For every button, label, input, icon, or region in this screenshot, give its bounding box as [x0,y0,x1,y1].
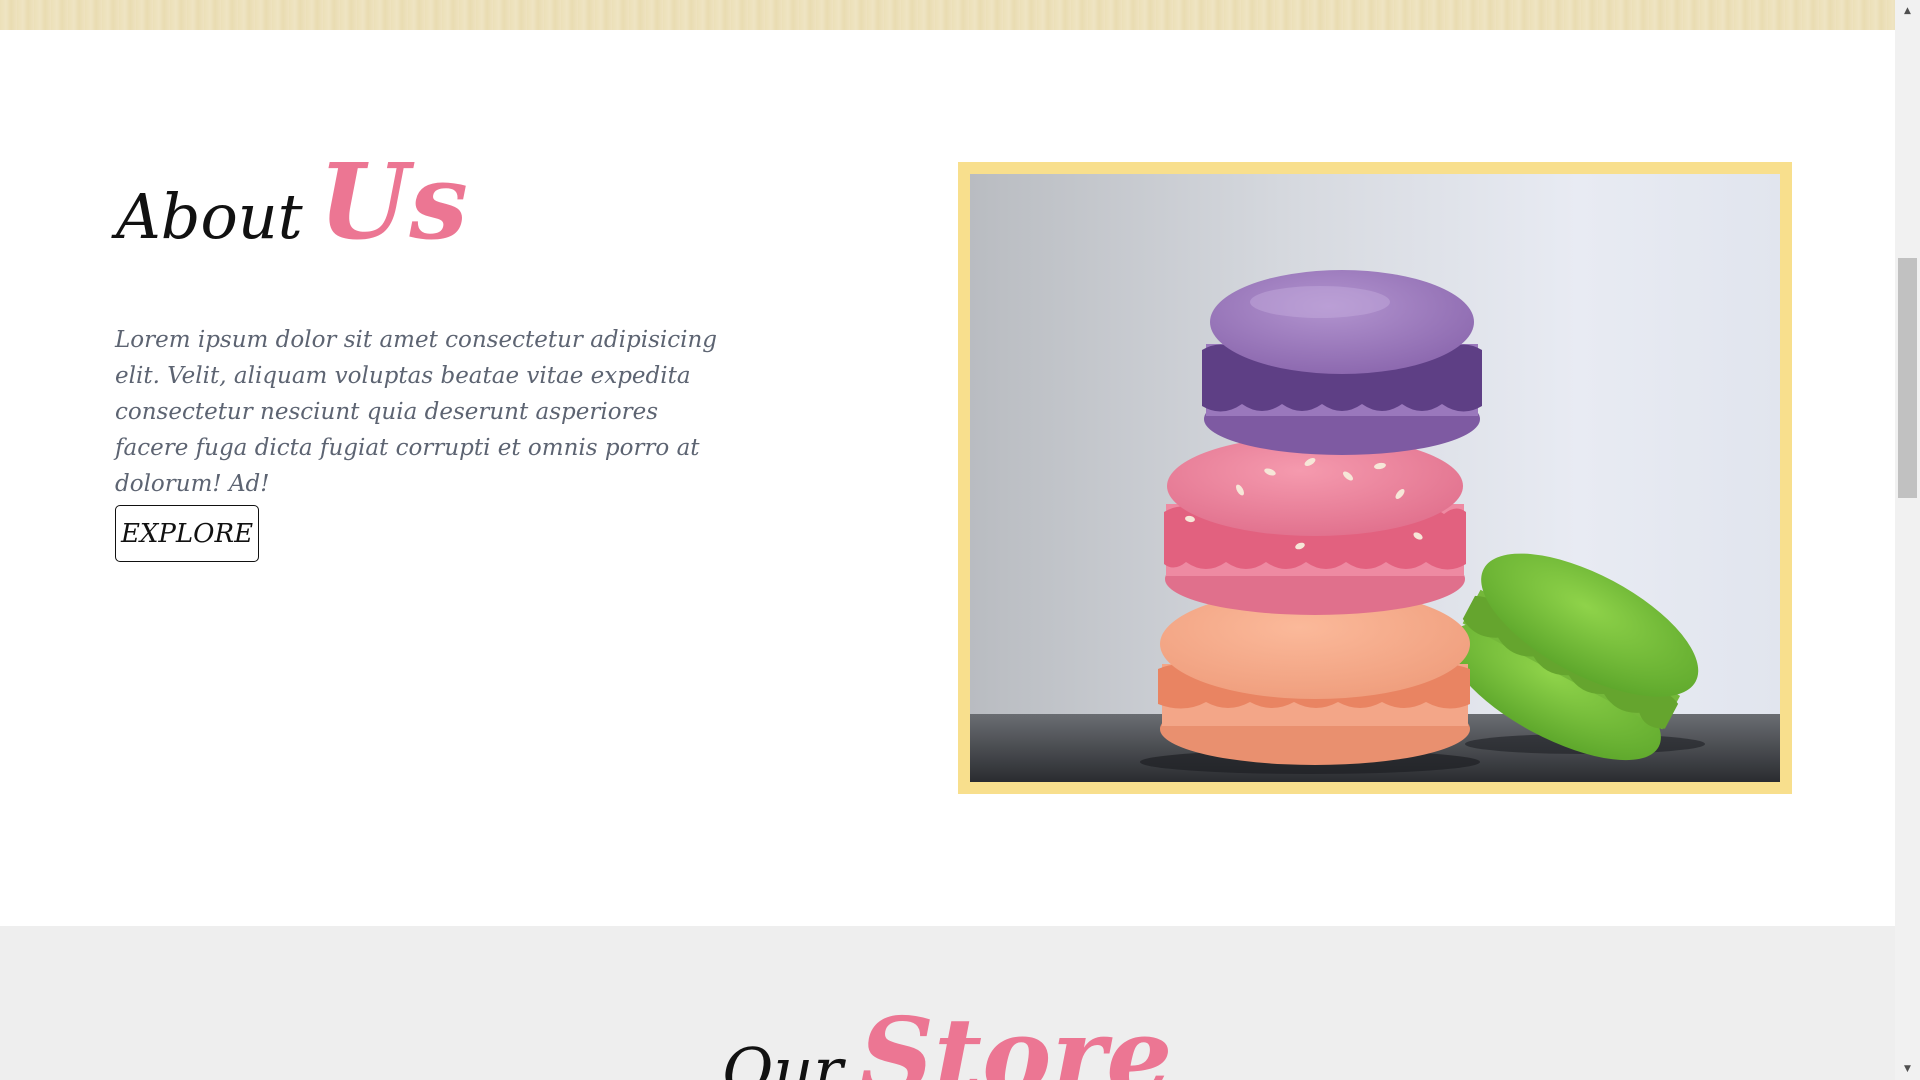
explore-button[interactable]: EXPLORE [115,505,259,562]
scroll-down-arrow-icon[interactable]: ▼ [1895,1060,1920,1078]
store-title-word1: Our [722,1034,843,1080]
about-title: About Us [116,150,468,254]
scrollbar-thumb[interactable] [1898,258,1917,498]
store-title-word2: Store [858,994,1173,1080]
about-image-frame [958,162,1792,794]
scroll-up-arrow-icon[interactable]: ▲ [1895,2,1920,20]
store-title: Our Store [0,1004,1895,1080]
about-title-word1: About [116,180,303,253]
store-section: Our Store [0,926,1895,1080]
vertical-scrollbar[interactable]: ▲ ▼ [1895,0,1920,1080]
about-description: Lorem ipsum dolor sit amet consectetur a… [115,327,717,497]
macarons-illustration [970,174,1780,782]
top-banner [0,0,1895,30]
macarons-image [970,174,1780,782]
about-title-word2: Us [318,140,468,263]
